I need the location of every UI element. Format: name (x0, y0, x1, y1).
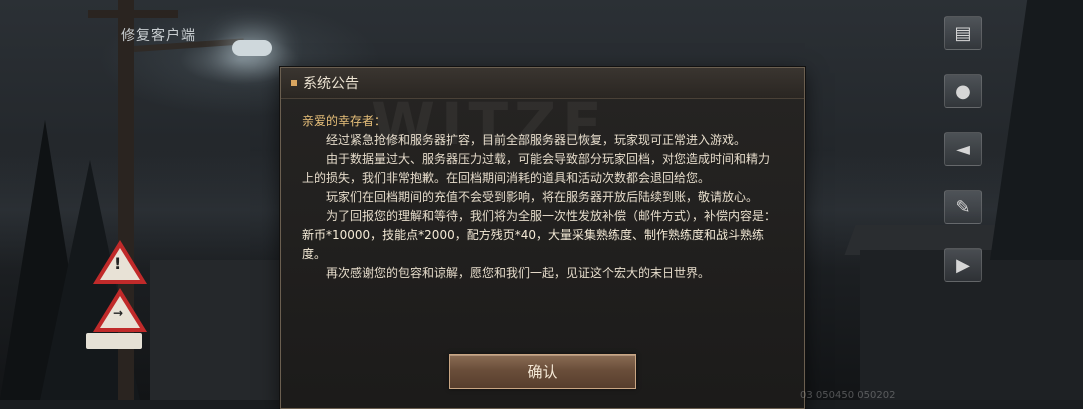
build-version-text: 03 050450 050202 (800, 390, 896, 401)
paragraph-2: 由于数据量过大、服务器压力过载，可能会导致部分玩家回档，对您造成时间和精力上的损… (302, 152, 771, 185)
paragraph-1: 经过紧急抢修和服务器扩容，目前全部服务器已恢复，玩家现可正常进入游戏。 (326, 133, 747, 147)
confirm-button[interactable]: 确认 (449, 354, 636, 389)
announcement-body: 亲爱的幸存者： 经过紧急抢修和服务器扩容，目前全部服务器已恢复，玩家现可正常进入… (302, 112, 780, 283)
side-menu: ▤ ● ◄ ✎ ▶ (944, 16, 984, 306)
street-lamp (232, 40, 272, 56)
user-profile-icon[interactable]: ● (944, 74, 982, 108)
header-bullet-icon (291, 80, 297, 86)
tree-right (990, 0, 1083, 260)
greeting-text: 亲爱的幸存者： (302, 114, 387, 128)
notice-board-icon[interactable]: ▤ (944, 16, 982, 50)
paragraph-4: 为了回报您的理解和等待，我们将为全服一次性发放补偿（邮件方式），补偿内容是： 新币… (302, 207, 780, 264)
speaker-announcement-icon[interactable]: ◄ (944, 132, 982, 166)
compensation-intro: 为了回报您的理解和等待，我们将为全服一次性发放补偿（邮件方式），补偿内容是： (326, 209, 777, 223)
warning-sign-icon: ! (93, 240, 147, 284)
system-announcement-dialog: 系统公告 WITZE 亲爱的幸存者： 经过紧急抢修和服务器扩容，目前全部服务器已… (280, 67, 805, 409)
edit-note-icon[interactable]: ✎ (944, 190, 982, 224)
repair-client-link[interactable]: 修复客户端 (121, 25, 196, 45)
house-left (150, 260, 280, 400)
dialog-title: 系统公告 (303, 76, 359, 92)
deer-crossing-sign-icon: → (93, 288, 147, 332)
paragraph-5: 再次感谢您的包容和谅解，愿您和我们一起，见证这个宏大的末日世界。 (326, 266, 711, 280)
video-play-icon[interactable]: ▶ (944, 248, 982, 282)
road-sign-plate (86, 333, 142, 349)
utility-pole-crossbar (88, 10, 178, 18)
compensation-rewards: 新币*10000，技能点*2000，配方残页*40，大量采集熟练度、制作熟练度和… (302, 228, 764, 261)
paragraph-3: 玩家们在回档期间的充值不会受到影响，将在服务器开放后陆续到账，敬请放心。 (326, 190, 759, 204)
